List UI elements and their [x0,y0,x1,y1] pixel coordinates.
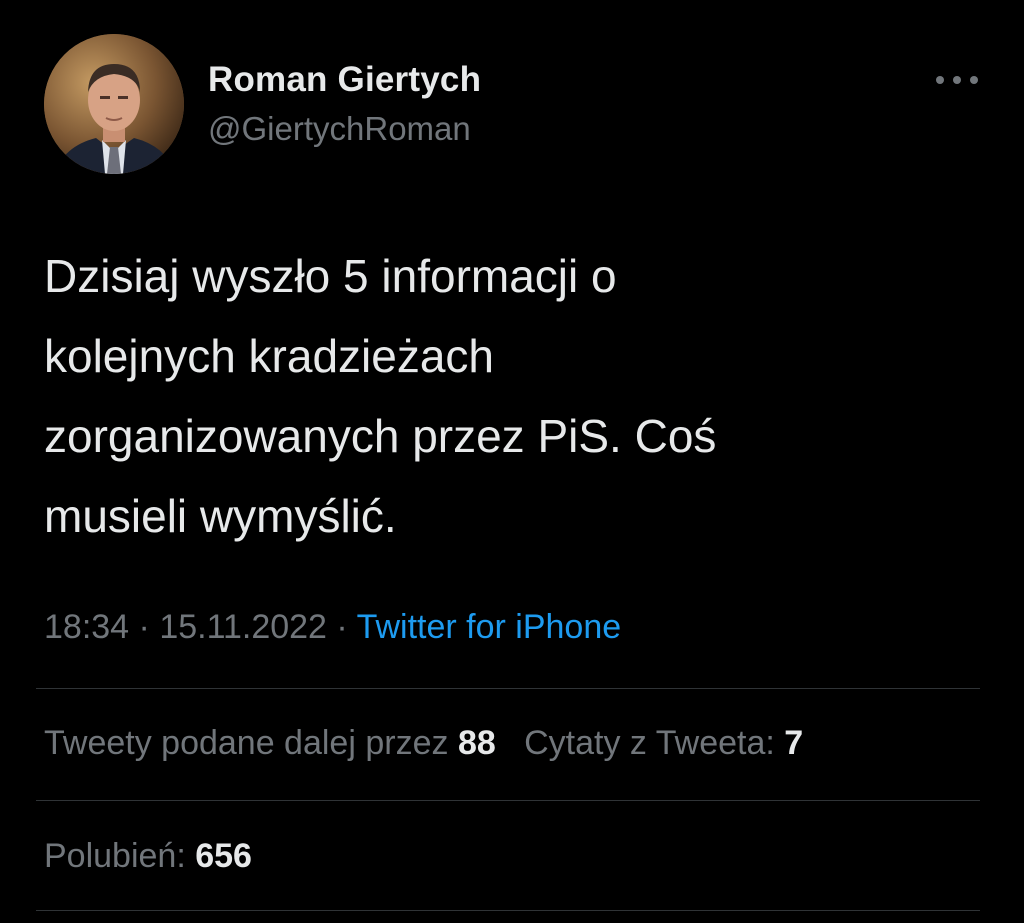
tweet-card: Roman Giertych @GiertychRoman Dzisiaj wy… [0,0,1024,923]
divider [36,688,980,689]
tweet-header: Roman Giertych @GiertychRoman [44,34,984,176]
divider [36,910,980,911]
author-name[interactable]: Roman Giertych [208,60,481,100]
retweets-count: 88 [457,724,496,762]
profile-photo-icon [44,34,184,174]
more-options-icon[interactable] [936,74,978,86]
dot [936,76,944,84]
likes-count: 656 [195,837,252,875]
tweet-source-link[interactable]: Twitter for iPhone [357,608,622,646]
avatar[interactable] [44,34,184,174]
meta-separator: · [129,608,160,646]
tweet-meta: 18:34 · 15.11.2022 · Twitter for iPhone [44,608,621,647]
meta-separator: · [326,608,357,646]
divider [36,800,980,801]
quotes-label: Cytaty z Tweeta: [524,724,775,762]
retweets-stat[interactable]: Tweety podane dalej przez 88 [44,724,496,762]
dot [970,76,978,84]
tweet-date[interactable]: 15.11.2022 [159,608,327,646]
likes-stat[interactable]: Polubień: 656 [44,837,252,875]
likes-label: Polubień: [44,837,186,875]
author-handle[interactable]: @GiertychRoman [208,110,471,148]
quotes-count: 7 [784,724,804,762]
retweets-label: Tweety podane dalej przez [44,724,449,762]
engagement-row: Tweety podane dalej przez 88 Cytaty z Tw… [44,724,803,763]
tweet-time[interactable]: 18:34 [44,608,129,646]
likes-row: Polubień: 656 [44,837,252,876]
dot [953,76,961,84]
quotes-stat[interactable]: Cytaty z Tweeta: 7 [524,724,803,762]
tweet-text: Dzisiaj wyszło 5 informacji o kolejnych … [44,250,717,542]
